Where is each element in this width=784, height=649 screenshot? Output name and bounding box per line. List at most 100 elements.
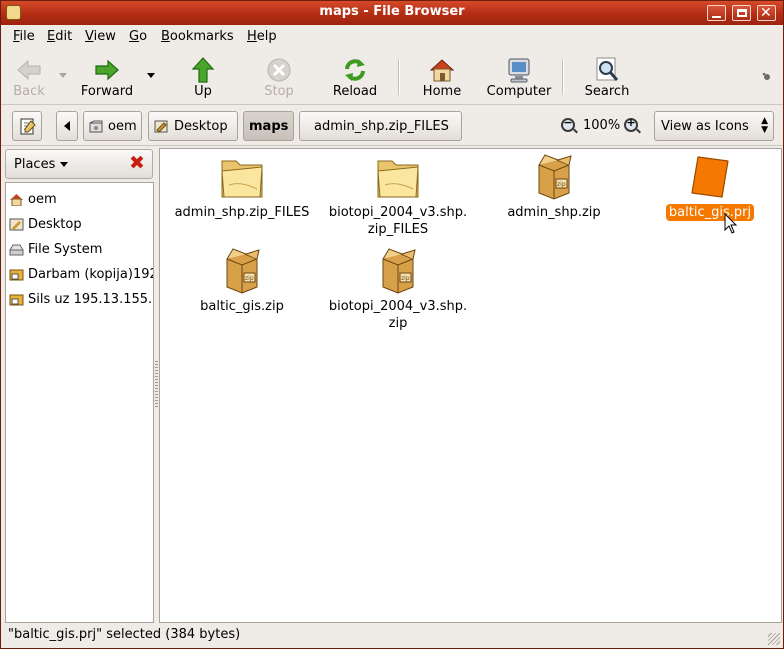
path-scroll-left-button[interactable] [56, 111, 78, 141]
chevron-down-icon [60, 162, 68, 167]
network-folder-icon [9, 269, 24, 281]
select-arrows-icon: ▲ ▼ [761, 116, 768, 135]
file-baltic-gis-prj[interactable]: baltic_gis.prj [640, 153, 780, 239]
menu-file-label: ile [19, 29, 35, 44]
computer-icon [508, 58, 530, 83]
file-baltic-gis-zip[interactable]: zip baltic_gis.zip [172, 247, 312, 333]
mouse-cursor-icon [724, 213, 738, 234]
zoom-in-icon[interactable]: + [624, 116, 638, 132]
up-button[interactable]: Up [181, 53, 225, 101]
svg-text:zip: zip [557, 181, 566, 188]
side-pane-selector[interactable]: Places ✖ [5, 149, 153, 179]
menu-edit[interactable]: Edit [47, 29, 72, 44]
places-list: oem Desktop File System Darbam (kopija)1… [5, 182, 154, 623]
svg-text:zip: zip [245, 275, 254, 282]
file-name-line-1: biotopi_2004_v3.shp. [328, 205, 468, 220]
minimize-icon [712, 16, 721, 18]
reload-button[interactable]: Reload [329, 53, 381, 101]
menu-edit-mnemonic: E [47, 29, 56, 44]
file-name-line-2: zip_FILES [367, 222, 429, 237]
file-biotopi-zip[interactable]: zip biotopi_2004_v3.shp. zip [328, 247, 468, 333]
menu-bookmarks-label: ookmarks [169, 29, 234, 44]
crumb-oem-label: oem [108, 119, 137, 134]
menu-go[interactable]: Go [129, 29, 147, 44]
file-name: baltic_gis.zip [172, 298, 312, 315]
close-window-button[interactable]: ✕ [757, 5, 776, 21]
menu-bookmarks[interactable]: Bookmarks [161, 29, 234, 44]
computer-button[interactable]: Computer [485, 53, 553, 101]
prj-file-icon [691, 156, 729, 198]
home-folder-icon [89, 120, 103, 133]
pane-resize-grip[interactable] [155, 361, 158, 409]
zoom-level[interactable]: 100% [583, 118, 620, 133]
file-admin-shp-zip-files[interactable]: admin_shp.zip_FILES [172, 153, 312, 239]
location-bar: oem Desktop maps admin_shp.zip_FILES − 1… [1, 106, 783, 146]
window-title: maps - File Browser [319, 4, 465, 19]
file-name: biotopi_2004_v3.shp. zip [328, 298, 468, 332]
file-browser-window: maps - File Browser ✕ File Edit View Go … [0, 0, 784, 649]
minimize-button[interactable] [707, 5, 726, 21]
view-mode-select[interactable]: View as Icons ▲ ▼ [654, 111, 774, 141]
toolbar-separator [398, 59, 400, 95]
folder-icon [377, 160, 419, 198]
up-arrow-icon [191, 57, 215, 83]
file-name: baltic_gis.prj [640, 204, 780, 221]
icon-view[interactable]: admin_shp.zip_FILES biotopi_2004_v3.shp.… [159, 148, 782, 623]
reload-icon [345, 59, 365, 81]
status-bar: "baltic_gis.prj" selected (384 bytes) [1, 623, 783, 648]
place-sils[interactable]: Sils uz 195.13.155.2 [6, 288, 153, 313]
home-button[interactable]: Home [419, 53, 465, 101]
side-pane: Places ✖ oem Desktop File System Darbam … [5, 149, 154, 623]
place-darbam[interactable]: Darbam (kopija)192 [6, 263, 154, 288]
crumb-desktop-label: Desktop [174, 119, 228, 134]
forward-button[interactable]: Forward [77, 53, 137, 101]
menu-help[interactable]: Help [247, 29, 277, 44]
place-desktop[interactable]: Desktop [6, 213, 153, 238]
menu-bar: File Edit View Go Bookmarks Help [1, 25, 783, 49]
chevron-left-icon [64, 121, 70, 131]
menu-view-label: iew [93, 29, 116, 44]
menu-view[interactable]: View [85, 29, 116, 44]
notepad-icon [20, 118, 36, 135]
file-admin-shp-zip[interactable]: zip admin_shp.zip [484, 153, 624, 239]
up-label: Up [194, 84, 212, 99]
zip-archive-icon: zip [226, 248, 260, 294]
forward-history-dropdown[interactable] [147, 73, 155, 78]
back-history-dropdown[interactable] [59, 73, 67, 78]
menu-go-mnemonic: G [129, 29, 140, 44]
back-button[interactable]: Back [7, 53, 51, 101]
place-darbam-label: Darbam (kopija)192 [28, 267, 154, 282]
toggle-location-entry-button[interactable] [12, 111, 42, 141]
search-label: Search [584, 84, 630, 99]
crumb-maps[interactable]: maps [243, 111, 294, 141]
stop-button[interactable]: Stop [257, 53, 301, 101]
menu-bookmarks-mnemonic: B [161, 29, 170, 44]
zoom-out-icon[interactable]: − [561, 116, 575, 132]
place-file-system[interactable]: File System [6, 238, 153, 263]
file-name-line-1: admin_shp.zip_FILES [174, 205, 310, 220]
menu-help-mnemonic: H [247, 29, 257, 44]
zip-archive-icon: zip [382, 248, 416, 294]
maximize-button[interactable] [732, 5, 751, 21]
close-icon: ✕ [760, 5, 772, 21]
place-oem[interactable]: oem [6, 188, 153, 213]
menu-file[interactable]: File [13, 29, 35, 44]
crumb-oem[interactable]: oem [83, 111, 142, 141]
file-name: admin_shp.zip_FILES [172, 204, 312, 221]
network-folder-icon [9, 294, 24, 306]
crumb-desktop[interactable]: Desktop [148, 111, 238, 141]
place-oem-label: oem [28, 192, 57, 207]
title-bar[interactable]: maps - File Browser ✕ [1, 1, 783, 25]
file-biotopi-zip-files[interactable]: biotopi_2004_v3.shp. zip_FILES [328, 153, 468, 239]
forward-label: Forward [80, 84, 134, 99]
close-side-pane-icon[interactable]: ✖ [129, 152, 145, 174]
menu-go-label: o [139, 29, 148, 44]
crumb-admin-shp-zip-files[interactable]: admin_shp.zip_FILES [299, 111, 462, 141]
file-name: biotopi_2004_v3.shp. zip_FILES [328, 204, 468, 238]
place-desktop-label: Desktop [28, 217, 82, 232]
desktop-icon [9, 218, 24, 231]
desktop-icon [154, 120, 168, 133]
resize-grip[interactable] [768, 633, 780, 645]
search-button[interactable]: Search [581, 53, 633, 101]
search-icon [596, 57, 619, 81]
